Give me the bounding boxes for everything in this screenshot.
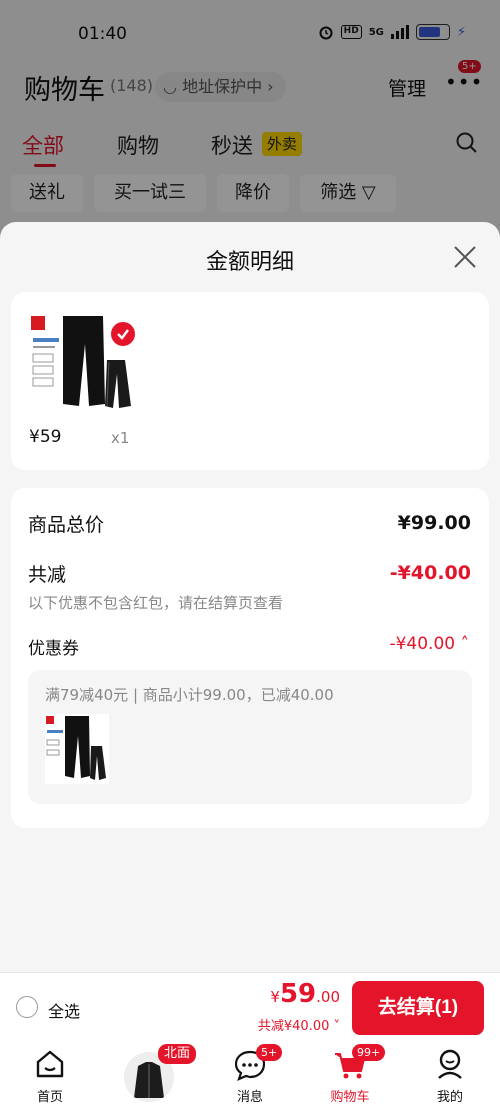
profile-icon: [438, 1049, 462, 1079]
cart-badge: 99+: [352, 1044, 386, 1061]
reduce-label: 共减: [28, 564, 67, 586]
coupon-label: 优惠券: [28, 639, 79, 659]
currency-symbol: ¥: [270, 988, 280, 1006]
coupon-description: 满79减40元 | 商品小计99.00，已减40.00: [45, 686, 334, 704]
nav-cart-label: 购物车: [330, 1090, 370, 1105]
coupon-toggle[interactable]: -¥40.00 ˄: [389, 634, 469, 654]
home-icon: [36, 1050, 64, 1078]
select-all-radio[interactable]: [16, 996, 38, 1018]
coupon-product-image: [45, 714, 109, 784]
nav-home-label: 首页: [36, 1090, 63, 1105]
nav-mine-label: 我的: [436, 1090, 463, 1105]
amount-decimal: .00: [316, 988, 340, 1006]
coupon-detail-box: 满79减40元 | 商品小计99.00，已减40.00: [28, 670, 472, 804]
messages-badge: 5+: [256, 1044, 283, 1061]
bottom-nav: 首页 北面 5+ 消息 99+ 购物车 我的: [0, 1042, 500, 1111]
total-label: 商品总价: [28, 514, 105, 536]
checkout-bar: 全选 ¥59.00 共减¥40.00 ˅ 去结算(1): [0, 972, 500, 1042]
discount-note: 以下优惠不包含红包，请在结算页查看: [28, 594, 284, 612]
close-icon[interactable]: [452, 244, 478, 270]
selected-check-icon[interactable]: [111, 322, 135, 346]
nav-messages[interactable]: 5+ 消息: [210, 1044, 290, 1105]
reduced-amount-toggle[interactable]: 共减¥40.00 ˅: [258, 1015, 340, 1034]
nav-cart[interactable]: 99+ 购物车: [310, 1044, 390, 1105]
nav-home[interactable]: 首页: [10, 1048, 90, 1105]
sheet-title: 金额明细: [205, 250, 294, 275]
nav-messages-label: 消息: [236, 1090, 263, 1105]
amount-integer: 59: [279, 979, 317, 1009]
total-amount: ¥59.00: [270, 979, 340, 1009]
total-value: ¥99.00: [397, 512, 471, 534]
beimian-badge: 北面: [158, 1044, 197, 1064]
price-detail-card: 商品总价 ¥99.00 共减 -¥40.00 以下优惠不包含红包，请在结算页查看…: [11, 488, 489, 828]
product-card: ¥59 x1: [11, 292, 489, 470]
product-qty: x1: [111, 429, 130, 447]
nav-mine[interactable]: 我的: [410, 1048, 490, 1105]
amount-detail-sheet: 金额明细 ¥59 x1 商品总价 ¥99.00 共减 -¥40.00 以下优惠不…: [0, 222, 500, 972]
reduce-value: -¥40.00: [389, 562, 471, 584]
product-price: ¥59: [29, 427, 62, 447]
checkout-button[interactable]: 去结算(1): [352, 981, 484, 1035]
select-all-label[interactable]: 全选: [48, 998, 80, 1022]
